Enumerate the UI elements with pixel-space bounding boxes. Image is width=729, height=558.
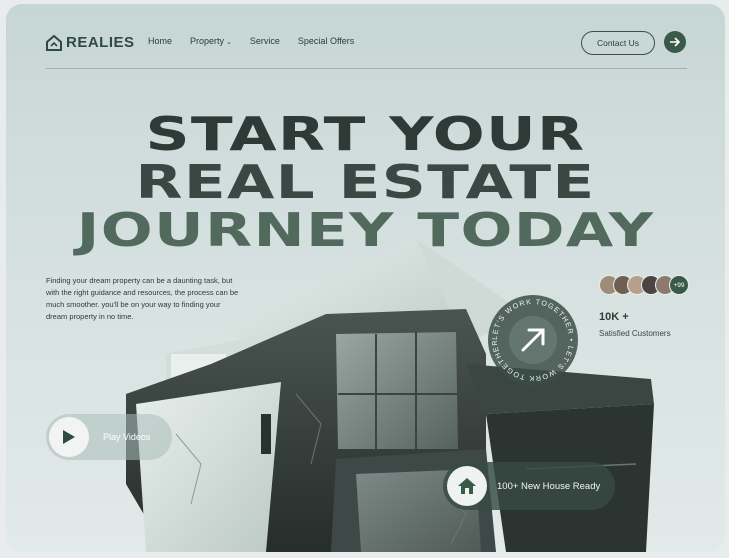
nav-item-special-offers[interactable]: Special Offers [298,36,354,46]
more-customers-badge: +99 [669,275,689,295]
house-icon-wrap [447,466,487,506]
play-videos-label: Play Videos [103,432,151,442]
contact-us-button[interactable]: Contact Us [581,31,655,55]
arrow-right-icon [670,37,681,47]
customers-count: 10K + [599,311,629,323]
play-videos-button[interactable]: Play Videos [46,414,172,460]
brand-name: REALIES [66,34,135,51]
arrow-right-button[interactable] [664,31,686,53]
house-logo-icon [46,34,62,51]
nav-item-property[interactable]: Property ⌄ [190,36,232,46]
play-icon [63,430,75,444]
chevron-down-icon: ⌄ [226,39,232,46]
lets-work-together-badge[interactable]: LET'S WORK TOGETHER • LET'S WORK TOGETHE… [487,294,579,386]
customers-label: Satisfied Customers [599,329,671,338]
hero-description: Finding your dream property can be a dau… [46,276,239,321]
new-house-button[interactable]: 100+ New House Ready [443,462,615,510]
nav-item-service[interactable]: Service [250,36,280,46]
customer-avatars: +99 [599,275,689,295]
new-house-label: 100+ New House Ready [497,480,601,492]
headline-line-2: REAL ESTATE [135,155,596,209]
hero-card: REALIES Home Property ⌄ Service Special O… [6,4,725,552]
headline-line-3: JOURNEY TODAY [76,203,655,257]
home-icon [458,478,476,494]
nav-divider [46,68,687,69]
hero-headline: START YOUR REAL ESTATE JOURNEY TODAY [6,110,725,254]
headline-line-1: START YOUR [145,107,586,161]
nav-item-home[interactable]: Home [148,36,172,46]
nav-item-property-label: Property [190,36,225,46]
main-nav: Home Property ⌄ Service Special Offers [148,36,354,46]
play-icon-wrap [49,417,89,457]
brand-logo[interactable]: REALIES [46,34,135,51]
